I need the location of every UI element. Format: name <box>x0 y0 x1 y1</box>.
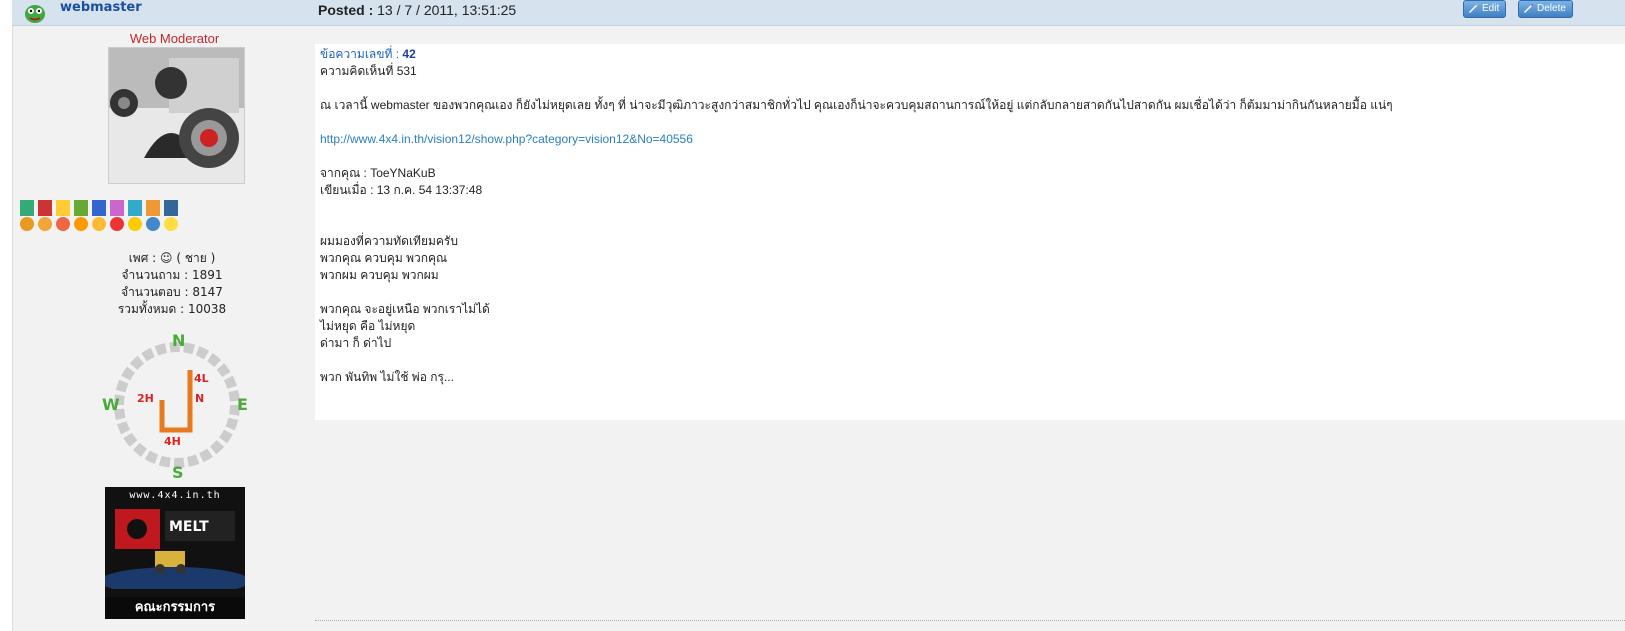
svg-text:4L: 4L <box>194 372 209 385</box>
post-header-bar <box>12 0 1625 26</box>
message-number-label: ข้อความเลขที่ : <box>320 47 400 61</box>
post-line: ผมมองที่ความทัดเทียมครับ <box>320 234 458 248</box>
delete-button-label: Delete <box>1537 3 1566 14</box>
svg-text:MELT: MELT <box>169 519 209 535</box>
quote-from: จากคุณ : ToeYNaKuB <box>320 166 436 180</box>
posted-label: Posted : <box>318 2 374 18</box>
post-line: พวกคุณ จะอยู่เหนือ พวกเราไม่ได้ <box>320 302 490 316</box>
gender-face-icon: ☺ <box>160 251 173 265</box>
post-line: พวก พันทิพ ไม่ใช้ พ่อ กรุ... <box>320 370 454 384</box>
user-avatar-photo <box>108 47 245 184</box>
posted-timestamp: Posted : 13 / 7 / 2011, 13:51:25 <box>318 2 516 18</box>
posted-value: 13 / 7 / 2011, 13:51:25 <box>377 2 517 18</box>
site-compass-logo: N S W E 4L 2H N 4H <box>102 331 248 480</box>
achievement-medals <box>20 200 178 231</box>
svg-text:4H: 4H <box>164 435 181 448</box>
user-mini-avatar-icon <box>25 5 45 23</box>
pencil-delete-icon <box>1524 4 1533 13</box>
pencil-icon <box>1469 4 1478 13</box>
gender-label: เพศ : <box>128 251 157 265</box>
post-line: ไม่หยุด คือ ไม่หยุด <box>320 319 416 333</box>
svg-text:N: N <box>195 392 204 405</box>
message-number: 42 <box>402 47 416 61</box>
svg-text:E: E <box>237 395 248 414</box>
questions-count: จำนวนถาม : 1891 <box>121 268 223 282</box>
svg-text:2H: 2H <box>137 392 154 405</box>
post-line: พวกผม ควบคุม พวกผม <box>320 268 439 282</box>
post-line: พวกคุณ ควบคุม พวกคุณ <box>320 251 448 265</box>
user-role: Web Moderator <box>129 31 220 46</box>
message-number-line: ข้อความเลขที่ : 42 <box>320 46 1620 63</box>
post-content: ข้อความเลขที่ : 42 ความคิดเห็นที่ 531 ณ … <box>315 44 1625 420</box>
post-divider <box>315 620 1625 621</box>
badge-artwork-icon: MELT <box>100 509 250 595</box>
quoted-link[interactable]: http://www.4x4.in.th/vision12/show.php?c… <box>320 132 693 146</box>
username-link[interactable]: webmaster <box>60 0 142 15</box>
comment-number: ความคิดเห็นที่ 531 <box>320 64 417 78</box>
gender-line: เพศ : ☺ ( ชาย ) <box>72 250 272 267</box>
post-line: ด่ามา ก็ ด่าไป <box>320 336 392 350</box>
edit-button[interactable]: Edit <box>1463 0 1507 18</box>
total-count: รวมทั้งหมด : 10038 <box>117 302 227 316</box>
svg-text:W: W <box>102 395 120 414</box>
post-body-paragraph: ณ เวลานี้ webmaster ของพวกคุณเอง ก็ยังไม… <box>320 98 1393 112</box>
svg-text:S: S <box>172 463 184 480</box>
user-stats: เพศ : ☺ ( ชาย ) จำนวนถาม : 1891 จำนวนตอบ… <box>72 250 272 318</box>
gender-value: ( ชาย ) <box>176 251 216 265</box>
delete-button[interactable]: Delete <box>1518 0 1573 18</box>
author-sidebar: Web Moderator เพศ : ☺ ( ชาย ) จำนวนถาม:… <box>12 25 312 631</box>
svg-text:N: N <box>172 331 185 350</box>
edit-button-label: Edit <box>1482 3 1500 14</box>
answers-count: จำนวนตอบ : 8147 <box>121 285 223 299</box>
badge-site-text: www.4x4.in.th <box>129 490 221 501</box>
badge-title: คณะกรรมการ <box>105 597 245 619</box>
committee-badge: www.4x4.in.th MELT คณะกรรมการ <box>100 487 250 619</box>
quote-written-date: เขียนเมื่อ : 13 ก.ค. 54 13:37:48 <box>320 183 483 197</box>
